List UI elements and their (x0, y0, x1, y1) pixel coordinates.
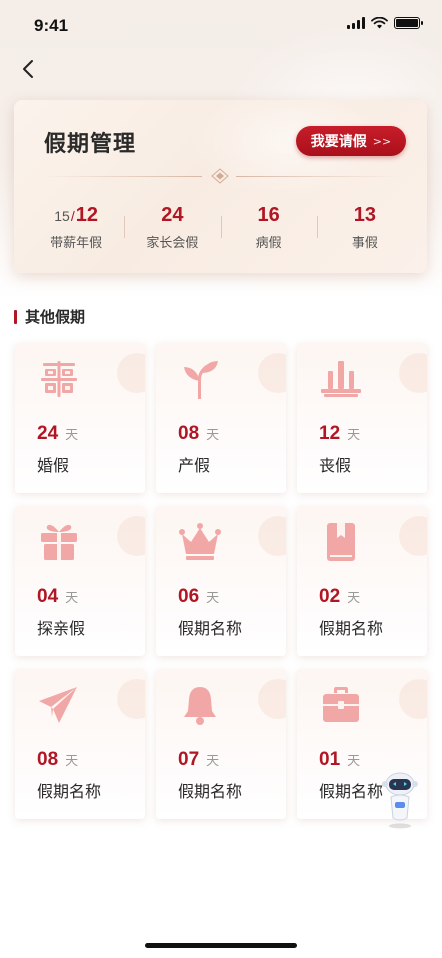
tile-days-unit: 天 (65, 754, 79, 769)
diamond-ornament-icon (211, 168, 229, 184)
divider-left (42, 176, 202, 177)
stat-label: 病假 (255, 236, 282, 251)
tile-days: 08 天 (37, 749, 78, 771)
tile-days-value: 12 (319, 423, 341, 444)
apply-leave-label: 我要请假 (310, 134, 367, 150)
double-chevron-right-icon: >> (372, 134, 392, 148)
stat-parent-meeting-leave[interactable]: 24 家长会假 (124, 202, 220, 252)
other-leave-grid: 24 天 婚假 08 天 产假 12 天 丧假 04 天 探亲假 06 天 假期… (15, 343, 427, 819)
chevron-left-icon (23, 60, 33, 78)
tile-days-value: 24 (37, 423, 59, 444)
tile-days-value: 07 (178, 749, 200, 770)
tile-days-unit: 天 (347, 754, 361, 769)
stat-value: 16 (257, 204, 280, 226)
tile-days-unit: 天 (347, 591, 361, 606)
tile-days: 07 天 (178, 749, 219, 771)
stat-value: 24 (161, 204, 184, 226)
status-bar: 9:41 (0, 0, 442, 50)
annual-separator: / (70, 208, 75, 224)
stat-personal-leave[interactable]: 13 事假 (316, 202, 413, 252)
tile-name: 假期名称 (319, 619, 384, 638)
stat-annual-leave[interactable]: 15/12 带薪年假 (28, 202, 124, 252)
tile-days-value: 04 (37, 586, 59, 607)
home-indicator (145, 943, 297, 948)
stat-label: 事假 (351, 236, 378, 251)
book-icon (327, 523, 355, 561)
battery-icon (394, 17, 423, 29)
apply-leave-button[interactable]: 我要请假 >> (296, 126, 406, 156)
leave-tile-6[interactable]: 02 天 假期名称 (297, 506, 427, 656)
bell-icon (184, 687, 216, 725)
tile-name: 产假 (178, 456, 211, 475)
signal-icon (347, 17, 365, 29)
tile-days: 06 天 (178, 586, 219, 608)
tile-days-unit: 天 (65, 591, 79, 606)
divider-right (236, 176, 400, 177)
tile-name: 探亲假 (37, 619, 86, 638)
stat-annual-label: 带薪年假 (50, 236, 103, 251)
tile-days-value: 08 (178, 423, 200, 444)
tile-days-unit: 天 (347, 428, 361, 443)
robot-assistant-icon[interactable] (380, 772, 420, 830)
tile-days: 24 天 (37, 423, 78, 445)
crown-icon (179, 523, 221, 560)
tile-name: 假期名称 (178, 782, 243, 801)
leave-tile-8[interactable]: 07 天 假期名称 (156, 669, 286, 819)
tile-days-unit: 天 (65, 428, 79, 443)
leave-tile-maternity[interactable]: 08 天 产假 (156, 343, 286, 493)
tile-days-unit: 天 (206, 591, 220, 606)
section-title: 其他假期 (25, 308, 86, 326)
status-icons (347, 17, 423, 29)
leave-stats: 15/12 带薪年假 24 家长会假 16 病假 13 事假 (28, 202, 413, 252)
memorial-icon (321, 361, 361, 397)
tile-days-value: 02 (319, 586, 341, 607)
section-accent-bar (14, 309, 17, 324)
section-header: 其他假期 (14, 306, 85, 327)
tile-days-value: 08 (37, 749, 59, 770)
tile-days: 01 天 (319, 749, 360, 771)
page-title: 假期管理 (44, 132, 137, 157)
tile-name: 丧假 (319, 456, 352, 475)
stat-sick-leave[interactable]: 16 病假 (220, 202, 317, 252)
tile-name: 假期名称 (178, 619, 243, 638)
stat-annual-value: 15/12 (28, 202, 124, 228)
leave-summary-card: 假期管理 我要请假 >> 15/12 带薪年假 24 家长会假 16 病假 13… (14, 100, 427, 273)
tile-days: 12 天 (319, 423, 360, 445)
status-time: 9:41 (34, 16, 69, 35)
leave-tile-5[interactable]: 06 天 假期名称 (156, 506, 286, 656)
leave-tile-family-visit[interactable]: 04 天 探亲假 (15, 506, 145, 656)
tile-days-unit: 天 (206, 754, 220, 769)
tile-days-unit: 天 (206, 428, 220, 443)
back-button[interactable] (14, 55, 42, 83)
wifi-icon (371, 17, 388, 29)
tile-days: 02 天 (319, 586, 360, 608)
double-happiness-icon (41, 361, 77, 397)
stat-label: 家长会假 (146, 236, 199, 251)
tile-name: 假期名称 (319, 782, 384, 801)
paper-plane-icon (39, 687, 77, 723)
stat-value: 13 (353, 204, 376, 226)
sprout-icon (184, 361, 218, 399)
tile-days: 08 天 (178, 423, 219, 445)
tile-days: 04 天 (37, 586, 78, 608)
briefcase-icon (323, 687, 359, 722)
tile-name: 假期名称 (37, 782, 102, 801)
annual-used: 15 (54, 208, 70, 224)
tile-name: 婚假 (37, 456, 70, 475)
leave-tile-marriage[interactable]: 24 天 婚假 (15, 343, 145, 493)
tile-days-value: 06 (178, 586, 200, 607)
annual-total: 12 (75, 204, 98, 226)
gift-icon (41, 524, 77, 560)
leave-tile-bereavement[interactable]: 12 天 丧假 (297, 343, 427, 493)
tile-days-value: 01 (319, 749, 341, 770)
leave-tile-7[interactable]: 08 天 假期名称 (15, 669, 145, 819)
